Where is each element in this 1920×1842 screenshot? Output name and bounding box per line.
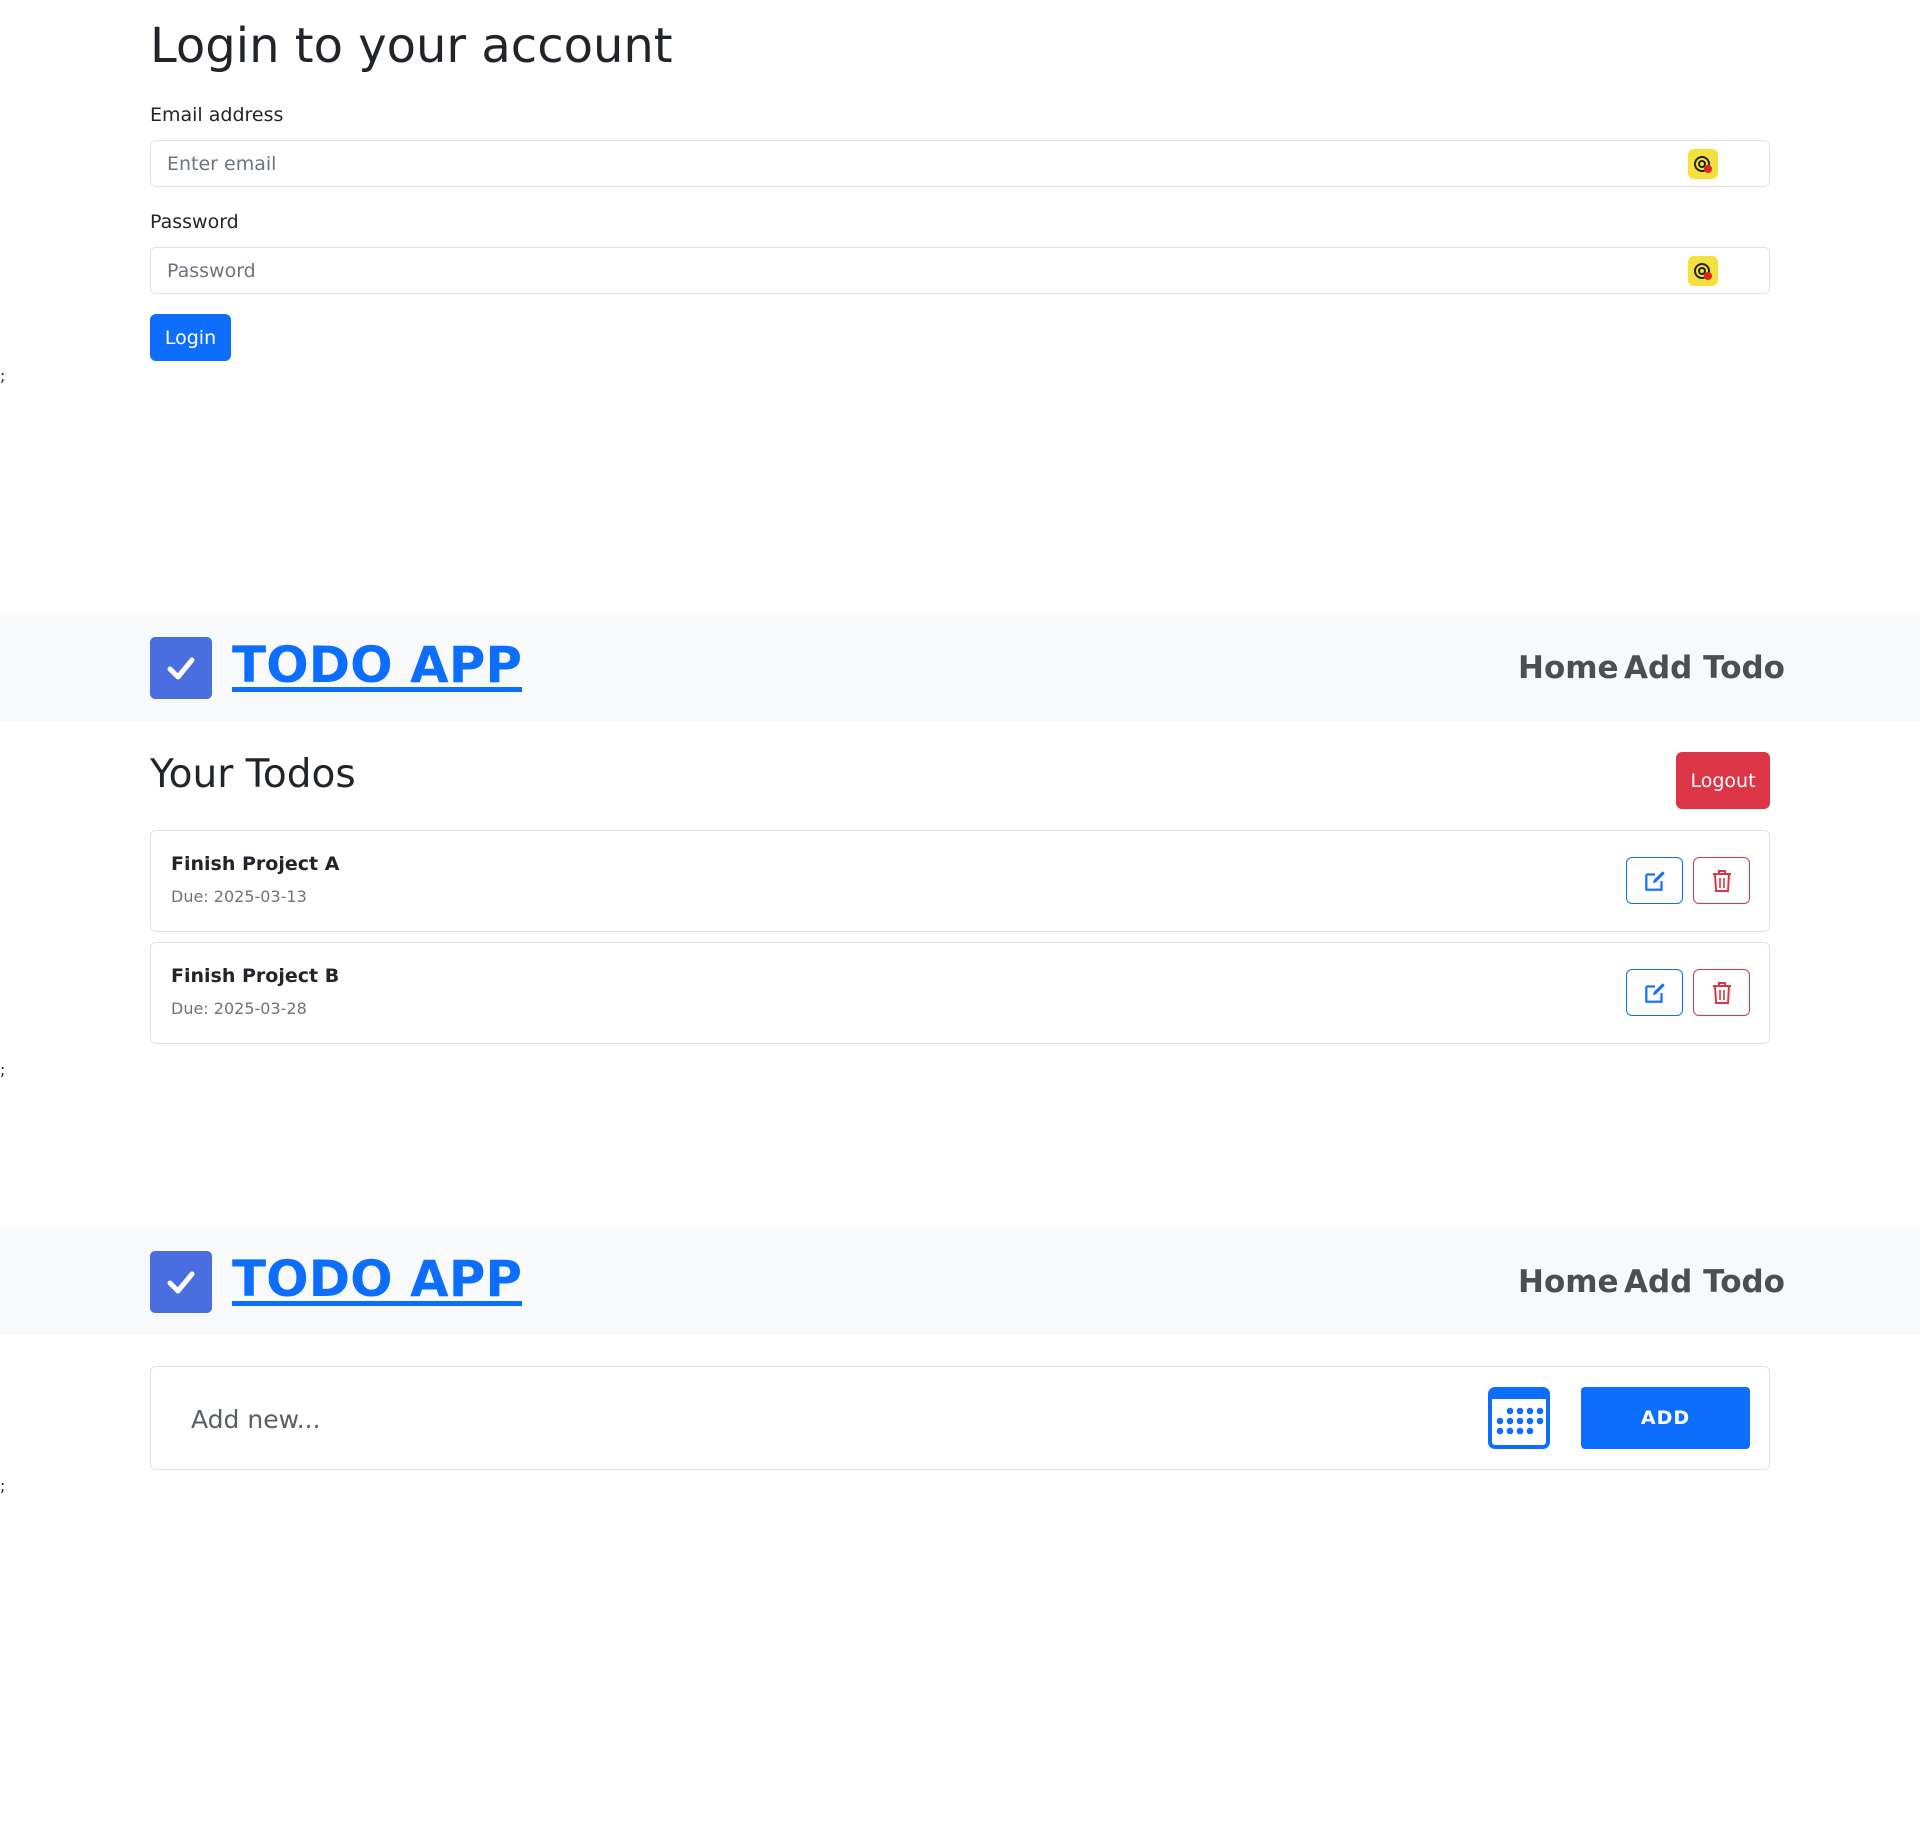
todo-due-date: Due: 2025-03-13 xyxy=(171,887,307,906)
nav-link-home[interactable]: Home xyxy=(1518,650,1619,686)
login-button[interactable]: Login xyxy=(150,314,231,361)
add-todo-form: ADD xyxy=(150,1366,1770,1470)
nav-link-home[interactable]: Home xyxy=(1518,1264,1619,1300)
edit-button[interactable] xyxy=(1626,969,1683,1016)
navbar: TODO APP Home Add Todo xyxy=(0,614,1920,721)
stray-text: ; xyxy=(0,1060,6,1079)
nav-link-add-todo[interactable]: Add Todo xyxy=(1624,650,1785,686)
stray-text: ; xyxy=(0,366,6,385)
todo-due-label: Due: xyxy=(171,999,209,1018)
todo-title: Finish Project A xyxy=(171,853,340,875)
edit-button[interactable] xyxy=(1626,857,1683,904)
todo-title: Finish Project B xyxy=(171,965,340,987)
trash-icon xyxy=(1712,981,1731,1004)
brand-link[interactable]: TODO APP xyxy=(232,636,522,694)
password-field[interactable] xyxy=(150,247,1770,294)
delete-button[interactable] xyxy=(1693,969,1750,1016)
date-picker-button[interactable] xyxy=(1488,1387,1550,1449)
autofill-extension-icon[interactable] xyxy=(1688,149,1718,179)
trash-icon xyxy=(1712,869,1731,892)
edit-icon xyxy=(1644,982,1665,1003)
new-todo-input[interactable] xyxy=(173,1391,1173,1447)
todo-due-label: Due: xyxy=(171,887,209,906)
todo-due-value: 2025-03-13 xyxy=(213,887,307,906)
todo-item: Finish Project A Due: 2025-03-13 xyxy=(150,830,1770,932)
todo-due-date: Due: 2025-03-28 xyxy=(171,999,307,1018)
navbar: TODO APP Home Add Todo xyxy=(0,1228,1920,1335)
calendar-icon xyxy=(1488,1387,1550,1449)
stray-text: ; xyxy=(0,1476,6,1495)
todos-title: Your Todos xyxy=(150,752,356,797)
delete-button[interactable] xyxy=(1693,857,1750,904)
email-field[interactable] xyxy=(150,140,1770,187)
checkbox-icon[interactable] xyxy=(150,1251,212,1313)
todo-due-value: 2025-03-28 xyxy=(213,999,307,1018)
add-button[interactable]: ADD xyxy=(1581,1387,1750,1449)
email-label: Email address xyxy=(150,104,284,126)
edit-icon xyxy=(1644,870,1665,891)
brand-link[interactable]: TODO APP xyxy=(232,1250,522,1308)
todo-item: Finish Project B Due: 2025-03-28 xyxy=(150,942,1770,1044)
autofill-extension-icon[interactable] xyxy=(1688,256,1718,286)
checkbox-icon[interactable] xyxy=(150,637,212,699)
nav-link-add-todo[interactable]: Add Todo xyxy=(1624,1264,1785,1300)
login-title: Login to your account xyxy=(150,18,673,74)
password-label: Password xyxy=(150,211,239,233)
logout-button[interactable]: Logout xyxy=(1676,752,1770,809)
